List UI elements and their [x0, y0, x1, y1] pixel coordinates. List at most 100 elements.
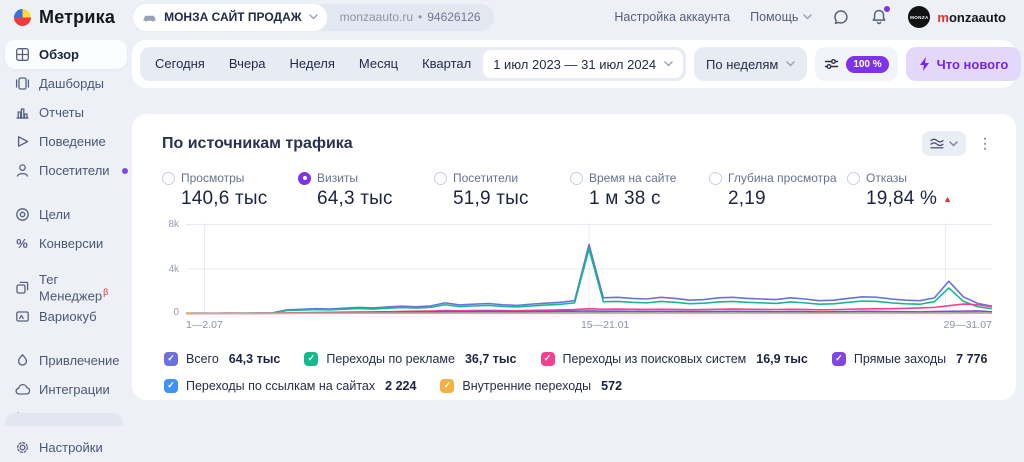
radio-icon[interactable] — [570, 171, 583, 185]
site-favicon-car-icon — [143, 15, 156, 22]
granularity-dropdown[interactable]: По неделям — [694, 47, 808, 81]
checkbox-checked-icon[interactable]: ✓ — [831, 351, 846, 366]
legend-item-direct-traffic[interactable]: ✓ Прямые заходы 7 776 — [831, 351, 987, 366]
radio-icon[interactable] — [847, 171, 860, 185]
flame-icon — [14, 353, 30, 369]
lightning-icon — [919, 57, 929, 71]
checkbox-checked-icon[interactable]: ✓ — [440, 378, 455, 393]
sampling-control[interactable]: 100 % — [815, 47, 898, 81]
period-yesterday-button[interactable]: Вчера — [217, 50, 278, 78]
user-name: monzaauto — [937, 9, 1006, 25]
card-controls: ⋮ — [922, 131, 992, 156]
sidebar-item-reports[interactable]: Отчеты — [5, 98, 127, 127]
card-title: По источникам трафика — [162, 134, 353, 152]
card-kebab-button[interactable]: ⋮ — [978, 135, 992, 152]
main-content: Сегодня Вчера Неделя Месяц Квартал 1 июл… — [132, 34, 1022, 400]
person-icon — [14, 163, 30, 179]
chart-zone: 8k 4k 0 — [162, 219, 992, 318]
sampling-badge: 100 % — [846, 55, 889, 73]
chevron-down-icon — [803, 14, 813, 20]
legend-item-search-traffic[interactable]: ✓ Переходы из поисковых систем 16,9 тыс — [540, 351, 808, 366]
chevron-down-icon — [308, 14, 318, 20]
period-today-button[interactable]: Сегодня — [143, 50, 217, 78]
metrica-logo[interactable]: Метрика — [14, 7, 115, 28]
legend-item-internal-traffic[interactable]: ✓ Внутренние переходы 572 — [440, 378, 622, 393]
app-name: Метрика — [39, 6, 116, 27]
date-range-picker[interactable]: 1 июл 2023 — 31 июл 2024 — [483, 50, 684, 78]
counter-dropdown[interactable]: МОНЗА САЙТ ПРОДАЖ — [133, 3, 327, 31]
sidebar-divider — [5, 331, 127, 346]
period-segmented-control: Сегодня Вчера Неделя Месяц Квартал 1 июл… — [140, 47, 687, 81]
sidebar-item-visitors[interactable]: Посетители — [5, 156, 129, 185]
sidebar-item-conversions[interactable]: % Конверсии — [5, 229, 127, 258]
sidebar-item-tag-manager[interactable]: Тег Менеджерβ — [5, 272, 127, 303]
percent-icon: % — [16, 236, 28, 251]
sidebar-item-variocube[interactable]: Вариокуб — [5, 302, 127, 331]
sidebar-bottom-pill — [5, 413, 123, 426]
radio-icon[interactable] — [298, 171, 311, 185]
chevron-down-icon — [664, 61, 673, 67]
chevron-down-icon — [949, 140, 958, 147]
variocube-icon — [14, 309, 30, 325]
checkbox-checked-icon[interactable]: ✓ — [304, 351, 319, 366]
wave-lines-icon — [930, 138, 944, 149]
legend-item-total[interactable]: ✓ Всего 64,3 тыс — [164, 351, 280, 366]
traffic-sources-card: По источникам трафика ⋮ Просмотры 140,6 … — [132, 114, 1016, 400]
traffic-chart — [186, 223, 992, 315]
metric-visits[interactable]: Визиты 64,3 тыс — [298, 171, 434, 210]
period-quarter-button[interactable]: Квартал — [410, 50, 483, 78]
metric-depth[interactable]: Глубина просмотра 2,19 — [709, 171, 847, 210]
toolbar-right: Что нового Добавить ⋮ — [905, 47, 1024, 81]
gear-icon — [14, 440, 30, 456]
counter-id: 94626126 — [427, 10, 481, 24]
sidebar-item-acquisition[interactable]: Привлечение — [5, 346, 127, 375]
period-week-button[interactable]: Неделя — [278, 50, 347, 78]
checkbox-checked-icon[interactable]: ✓ — [540, 351, 555, 366]
help-menu[interactable]: Помощь — [750, 10, 813, 24]
legend-item-link-traffic[interactable]: ✓ Переходы по ссылкам на сайтах 2 224 — [164, 378, 416, 393]
radio-icon[interactable] — [434, 171, 447, 185]
radio-icon[interactable] — [709, 171, 722, 185]
overview-grid-icon — [14, 47, 30, 63]
notifications-bell-icon[interactable] — [870, 6, 891, 26]
sidebar-item-dashboards[interactable]: Дашборды — [5, 69, 127, 98]
radio-icon[interactable] — [162, 171, 175, 185]
metric-bounce-rate[interactable]: Отказы 19,84 % ▲ — [847, 171, 983, 210]
metric-users[interactable]: Посетители 51,9 тыс — [434, 171, 570, 210]
chart-type-dropdown[interactable] — [922, 131, 966, 156]
play-icon — [14, 134, 30, 150]
avatar: MONZA — [908, 6, 931, 28]
metric-pageviews[interactable]: Просмотры 140,6 тыс — [162, 171, 298, 210]
metrica-logo-icon — [14, 8, 31, 26]
sidebar-nav: Обзор Дашборды Отчеты Поведение Посетите… — [0, 34, 132, 455]
checkbox-checked-icon[interactable]: ✓ — [164, 351, 178, 366]
notification-dot — [884, 6, 891, 12]
x-axis: 1—2.07 15—21.01 29—31.07 — [186, 319, 992, 331]
top-header: Метрика МОНЗА САЙТ ПРОДАЖ monzaauto.ru •… — [0, 0, 1024, 34]
sidebar-item-behavior[interactable]: Поведение — [5, 127, 127, 156]
tag-manager-icon — [14, 280, 30, 296]
sidebar-divider — [5, 258, 127, 273]
y-axis: 8k 4k 0 — [168, 219, 179, 318]
separator-dot: • — [418, 10, 423, 24]
counter-selector: МОНЗА САЙТ ПРОДАЖ monzaauto.ru • 9462612… — [133, 3, 494, 31]
period-month-button[interactable]: Месяц — [347, 50, 410, 78]
whats-new-button[interactable]: Что нового — [905, 47, 1022, 81]
chart-legend: ✓ Всего 64,3 тыс ✓ Переходы по рекламе 3… — [162, 345, 992, 399]
sliders-icon — [825, 59, 839, 69]
sidebar-item-overview[interactable]: Обзор — [5, 40, 127, 69]
metric-time-on-site[interactable]: Время на сайте 1 м 38 с — [570, 171, 709, 210]
sidebar-item-integrations[interactable]: Интеграции — [5, 375, 127, 404]
legend-item-ad-traffic[interactable]: ✓ Переходы по рекламе 36,7 тыс — [304, 351, 517, 366]
account-settings-link[interactable]: Настройка аккаунта — [614, 10, 730, 24]
chat-icon[interactable] — [832, 8, 850, 26]
checkbox-checked-icon[interactable]: ✓ — [164, 378, 178, 393]
card-header: По источникам трафика ⋮ — [162, 131, 992, 156]
sidebar-item-settings[interactable]: Настройки — [5, 433, 127, 462]
bar-chart-icon — [14, 105, 30, 121]
metrica-overview-page: { "header": { "app_name": "Метрика", "co… — [0, 0, 1024, 455]
target-icon — [14, 207, 30, 223]
user-menu[interactable]: MONZA monzaauto — [908, 6, 1006, 28]
sidebar-item-goals[interactable]: Цели — [5, 200, 127, 229]
line-chart-plot[interactable] — [186, 223, 992, 315]
